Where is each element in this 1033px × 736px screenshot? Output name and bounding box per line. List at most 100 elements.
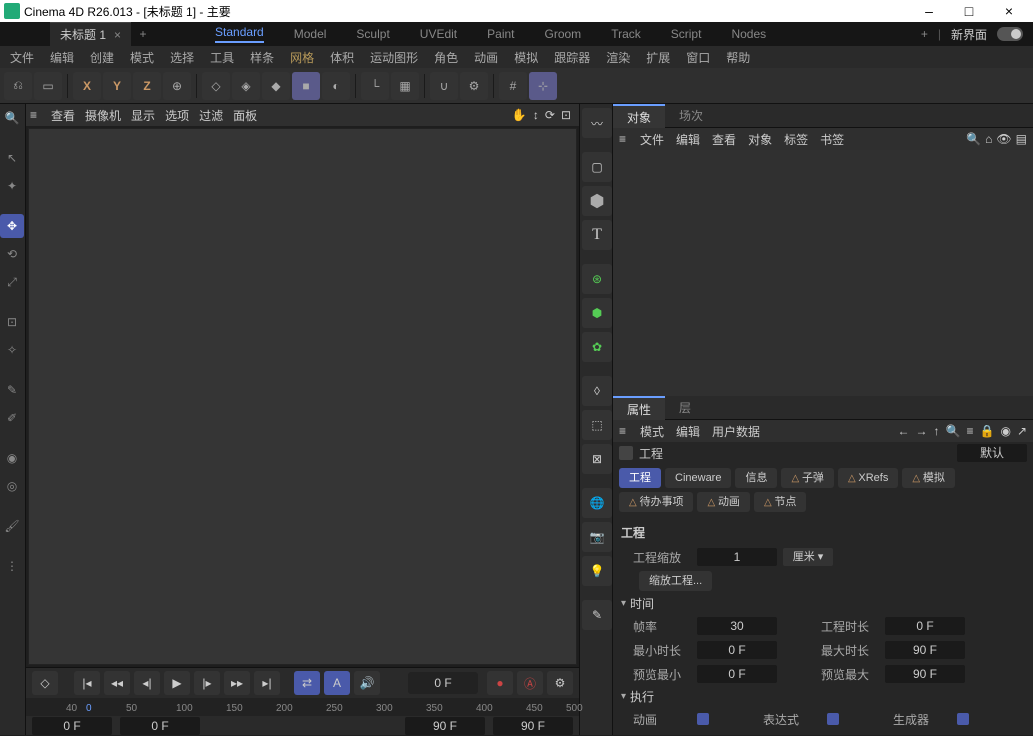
cursor-icon[interactable]: ↖ [0,146,24,170]
attr-menu-userdata[interactable]: 用户数据 [712,423,760,440]
prev-key-icon[interactable]: ◂◂ [104,671,130,695]
axis-y[interactable]: Y [103,72,131,100]
component-icon[interactable]: ⊡ [0,310,24,334]
zoom-icon[interactable]: ↕ [533,108,539,122]
rotate-icon[interactable]: ⟲ [0,242,24,266]
menu-volume[interactable]: 体积 [324,47,360,68]
sculpt2-icon[interactable]: ◎ [0,474,24,498]
deformer-icon[interactable]: ◊ [582,376,612,406]
input-fps[interactable]: 30 [697,617,777,635]
sound-icon[interactable]: 🔊 [354,671,380,695]
tab-layers[interactable]: 层 [665,396,705,420]
cube-extra-icon[interactable]: ◐ [322,72,350,100]
sculpt1-icon[interactable]: ◉ [0,446,24,470]
vp-menu-display[interactable]: 显示 [131,107,155,124]
pointer-icon[interactable]: ✦ [0,174,24,198]
next-key-icon[interactable]: ▸▸ [224,671,250,695]
vp-menu-camera[interactable]: 摄像机 [85,107,121,124]
snap-grid-icon[interactable]: # [499,72,527,100]
history-button[interactable]: ⎌ [4,72,32,100]
autokey-icon[interactable]: A [324,671,350,695]
generator-icon[interactable]: ⬚ [582,410,612,440]
tab-attributes[interactable]: 属性 [613,396,665,420]
gear-icon[interactable]: ⚙ [460,72,488,100]
section-time[interactable]: 时间 [621,593,1025,614]
cloner-icon[interactable]: ✿ [582,332,612,362]
layout-tab-groom[interactable]: Groom [545,27,582,41]
input-maxt[interactable]: 90 F [885,641,965,659]
obj-menu-objects[interactable]: 对象 [748,131,772,148]
select-unit[interactable]: 厘米 ▾ [783,548,833,566]
vp-menu-view[interactable]: 查看 [51,107,75,124]
light-icon[interactable]: 💡 [582,556,612,586]
sds-icon[interactable]: ⊠ [582,444,612,474]
input-prevmin[interactable]: 0 F [697,665,777,683]
object-tree[interactable] [613,150,1033,396]
vp-menu-options[interactable]: 选项 [165,107,189,124]
brush2-icon[interactable]: ✐ [0,406,24,430]
menu-file[interactable]: 文件 [4,47,40,68]
file-tab-close[interactable]: × [114,28,121,42]
section-exec[interactable]: 执行 [621,686,1025,707]
range-to[interactable]: 90 F [405,717,485,735]
viewport[interactable] [28,128,577,665]
attr-menu-mode[interactable]: 模式 [640,423,664,440]
menu-spline[interactable]: 样条 [244,47,280,68]
rect-icon[interactable]: ▢ [582,152,612,182]
input-dur[interactable]: 0 F [885,617,965,635]
checkbox-expr[interactable] [827,713,839,725]
nav-up-icon[interactable]: ↑ [934,424,940,438]
input-scale[interactable]: 1 [697,548,777,566]
minimize-button[interactable]: – [909,3,949,19]
menu-select[interactable]: 选择 [164,47,200,68]
axis-z[interactable]: Z [133,72,161,100]
atab-anim[interactable]: 动画 [697,492,749,512]
grid-icon[interactable]: ▦ [391,72,419,100]
atab-nodes[interactable]: 节点 [754,492,806,512]
cube-shaded-icon[interactable]: ◆ [262,72,290,100]
cube-wire-icon[interactable]: ◈ [232,72,260,100]
cube-solid-icon[interactable]: ■ [292,72,320,100]
placement-icon[interactable]: ✧ [0,338,24,362]
menu-simulate[interactable]: 模拟 [508,47,544,68]
menu-mode[interactable]: 模式 [124,47,160,68]
menu-tracker[interactable]: 跟踪器 [548,47,596,68]
close-button[interactable]: × [989,3,1029,19]
menu-window[interactable]: 窗口 [680,47,716,68]
menu-character[interactable]: 角色 [428,47,464,68]
hamburger-icon[interactable]: ≡ [30,108,37,122]
atab-xrefs[interactable]: XRefs [838,468,898,488]
move-icon[interactable]: ✥ [0,214,24,238]
record-icon[interactable]: ● [487,671,513,695]
world-axis-icon[interactable]: ⊕ [163,72,191,100]
layout-tab-model[interactable]: Model [294,27,327,41]
layout-tab-nodes[interactable]: Nodes [731,27,766,41]
atab-sim[interactable]: 模拟 [902,468,954,488]
menu-mesh[interactable]: 网格 [284,47,320,68]
spline-pen-icon[interactable]: 〰 [582,108,612,138]
checkbox-anim[interactable] [697,713,709,725]
attr-menu-edit[interactable]: 编辑 [676,423,700,440]
mograph-icon[interactable]: ⬢ [582,298,612,328]
brush1-icon[interactable]: ✎ [0,378,24,402]
atab-bullet[interactable]: 子弹 [781,468,833,488]
hamburger-icon[interactable]: ≡ [619,424,626,438]
menu-animate[interactable]: 动画 [468,47,504,68]
layout-tab-uvedit[interactable]: UVEdit [420,27,457,41]
filter-icon[interactable]: ≡ [966,424,973,438]
autokey-a-icon[interactable]: Ⓐ [517,671,543,695]
mode-select[interactable]: 默认 [957,444,1027,462]
layout-tab-script[interactable]: Script [671,27,702,41]
input-prevmax[interactable]: 90 F [885,665,965,683]
orbit-icon[interactable]: ⟳ [545,108,555,122]
home-icon[interactable]: ⌂ [985,132,992,146]
next-frame-icon[interactable]: |▸ [194,671,220,695]
menu-extensions[interactable]: 扩展 [640,47,676,68]
range-end[interactable]: 90 F [493,717,573,735]
pan-icon[interactable]: ✋ [512,108,527,122]
current-frame[interactable]: 0 F [408,672,478,694]
menu-render[interactable]: 渲染 [600,47,636,68]
obj-menu-bookmarks[interactable]: 书签 [820,131,844,148]
menu-mograph[interactable]: 运动图形 [364,47,424,68]
layout-button[interactable]: ▭ [34,72,62,100]
